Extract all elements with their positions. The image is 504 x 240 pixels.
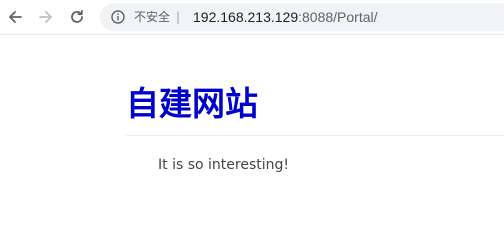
page-text: It is so interesting! bbox=[158, 157, 289, 173]
browser-toolbar: 不安全 | 192.168.213.129:8088/Portal/ bbox=[0, 0, 504, 35]
security-label[interactable]: 不安全 bbox=[134, 9, 170, 25]
title-divider bbox=[126, 135, 504, 136]
forward-arrow-icon bbox=[39, 11, 52, 23]
info-icon[interactable] bbox=[111, 10, 125, 24]
security-separator: | bbox=[176, 10, 181, 24]
url-host: 192.168.213.129 bbox=[193, 9, 299, 25]
reload-icon bbox=[71, 9, 83, 23]
forward-button[interactable] bbox=[35, 6, 57, 28]
url-path: :8088/Portal/ bbox=[298, 9, 378, 25]
back-arrow-icon bbox=[9, 11, 22, 23]
reload-button[interactable] bbox=[66, 6, 88, 28]
address-bar[interactable]: 不安全 | 192.168.213.129:8088/Portal/ bbox=[100, 3, 504, 31]
back-button[interactable] bbox=[4, 6, 26, 28]
page-title: 自建网站 bbox=[126, 84, 258, 123]
url-text[interactable]: 192.168.213.129:8088/Portal/ bbox=[193, 8, 378, 26]
